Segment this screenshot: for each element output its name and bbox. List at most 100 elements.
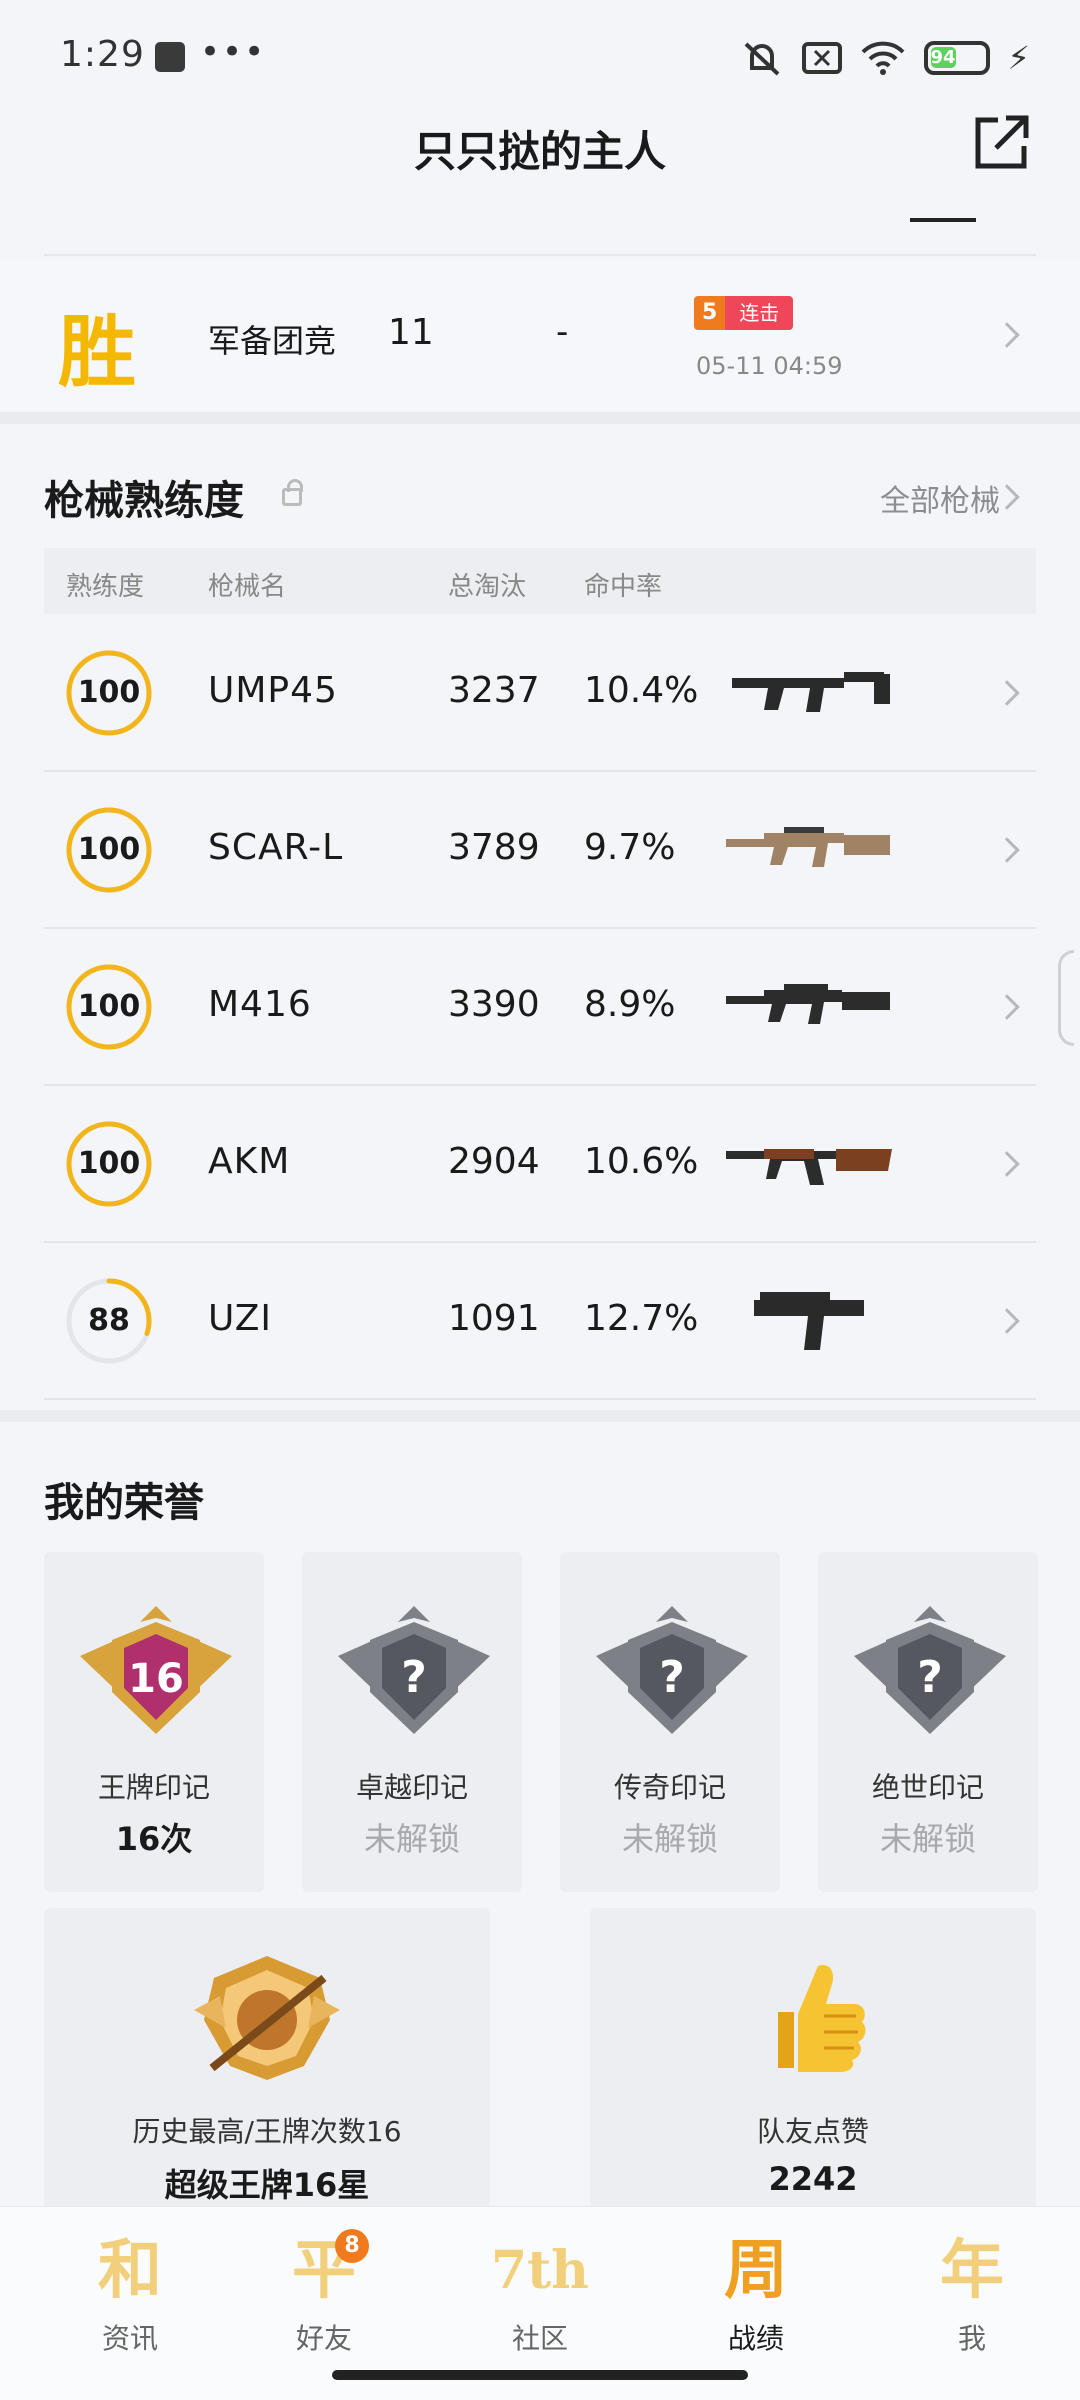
- col-proficiency: 熟练度: [66, 572, 145, 602]
- weapon-kills: 2904: [448, 1141, 540, 1182]
- nav-news-icon: 和: [98, 2233, 162, 2308]
- nav-records-icon: 周: [724, 2233, 788, 2308]
- battery-icon: 94: [923, 41, 990, 75]
- badge-number: 16: [128, 1656, 184, 1702]
- match-kills: 11: [388, 312, 434, 353]
- best-rank-label: 历史最高/王牌次数16: [132, 2115, 402, 2148]
- honor-badge-card[interactable]: ? 卓越印记 未解锁: [302, 1552, 522, 1892]
- weapon-row[interactable]: 100 UMP45 3237 10.4%: [44, 616, 1036, 772]
- teammate-likes-card[interactable]: 队友点赞 2242: [590, 1908, 1036, 2208]
- weapons-section-title: 枪械熟练度: [44, 478, 244, 524]
- weapon-hit-rate: 10.6%: [584, 1141, 699, 1182]
- weapon-image-icon: [726, 827, 890, 867]
- honor-badge-card[interactable]: ? 传奇印记 未解锁: [560, 1552, 780, 1892]
- ace-badge-icon: 16: [80, 1606, 232, 1734]
- share-icon[interactable]: [972, 112, 1032, 172]
- col-hit-rate: 命中率: [584, 572, 663, 602]
- honor-badge-value: 16次: [115, 1820, 193, 1858]
- locked-badge-icon: ?: [854, 1606, 1006, 1734]
- weapon-name: UZI: [208, 1298, 272, 1339]
- locked-badge-icon: ?: [338, 1606, 490, 1734]
- weapon-row[interactable]: 100 M416 3390 8.9%: [44, 930, 1036, 1086]
- nav-me-icon: 年: [940, 2233, 1004, 2308]
- page: 1:29 ••• 94 ⚡ 只只挞的主人 胜 军备团竞 11 - 5 连击 05…: [0, 0, 1080, 2400]
- nav-friends[interactable]: 平 好友 8: [249, 2229, 399, 2359]
- honor-badge-value: 未解锁: [879, 1820, 976, 1858]
- nav-community-label: 社区: [511, 2322, 568, 2355]
- proficiency-value: 100: [77, 1146, 141, 1181]
- chevron-right-icon: [994, 994, 1020, 1020]
- match-rank: -: [556, 312, 569, 352]
- nav-records[interactable]: 周 战绩: [681, 2229, 831, 2359]
- proficiency-ring: 100: [64, 962, 154, 1052]
- nav-friends-icon: 平: [292, 2233, 356, 2308]
- weapon-image-icon: [726, 1149, 892, 1185]
- battery-level: 94: [930, 47, 956, 68]
- page-title: 只只挞的主人: [413, 127, 666, 176]
- nav-news-label: 资讯: [101, 2322, 158, 2355]
- weapon-name: SCAR-L: [208, 827, 344, 868]
- section-divider: [0, 1410, 1080, 1422]
- badge-number: ?: [917, 1652, 943, 1703]
- proficiency-value: 100: [77, 675, 141, 710]
- streak-label: 连击: [725, 296, 794, 330]
- teammate-likes-value: 2242: [768, 2160, 858, 2198]
- match-row[interactable]: 胜 军备团竞 11 - 5 连击 05-11 04:59: [0, 260, 1080, 410]
- home-indicator[interactable]: [332, 2370, 748, 2380]
- chevron-right-icon: [994, 837, 1020, 863]
- status-time: 1:29: [60, 34, 145, 75]
- chevron-right-icon: [994, 1151, 1020, 1177]
- teammate-likes-label: 队友点赞: [756, 2115, 869, 2148]
- proficiency-value: 100: [77, 832, 141, 867]
- nav-community-icon: 7th: [490, 2240, 589, 2301]
- thumbs-up-icon: [778, 1964, 866, 2072]
- nav-records-label: 战绩: [727, 2322, 784, 2355]
- streak-count: 5: [694, 296, 726, 330]
- weapon-row[interactable]: 88 UZI 1091 12.7%: [44, 1244, 1036, 1400]
- best-rank-value: 超级王牌16星: [164, 2166, 370, 2204]
- match-mode: 军备团竞: [208, 322, 337, 360]
- badge-number: ?: [659, 1652, 685, 1703]
- chevron-right-icon: [994, 1308, 1020, 1334]
- victory-icon: 胜: [58, 307, 137, 398]
- honor-section-title: 我的荣誉: [44, 1480, 204, 1526]
- charging-icon: ⚡: [1007, 39, 1030, 77]
- proficiency-value: 100: [77, 989, 141, 1024]
- divider: [910, 218, 976, 222]
- honor-badge-card[interactable]: ? 绝世印记 未解锁: [818, 1552, 1038, 1892]
- friends-notification-badge: 8: [335, 2229, 369, 2263]
- col-weapon-name: 枪械名: [208, 572, 287, 602]
- weapon-row[interactable]: 100 SCAR-L 3789 9.7%: [44, 773, 1036, 929]
- mute-icon: [744, 42, 779, 76]
- nav-friends-label: 好友: [295, 2322, 352, 2355]
- best-rank-card[interactable]: 历史最高/王牌次数16 超级王牌16星: [44, 1908, 490, 2208]
- honor-badge-value: 未解锁: [621, 1820, 718, 1858]
- weapon-image-icon: [732, 672, 890, 712]
- upload-icon: [155, 42, 185, 72]
- locked-badge-icon: ?: [596, 1606, 748, 1734]
- weapon-image-icon: [726, 984, 890, 1024]
- nav-community[interactable]: 7th 社区: [465, 2229, 615, 2359]
- more-notifications-icon: •••: [200, 32, 267, 72]
- weapon-hit-rate: 10.4%: [584, 670, 699, 711]
- weapon-kills: 3237: [448, 670, 540, 711]
- side-drawer-handle[interactable]: [1058, 950, 1074, 1046]
- weapon-name: M416: [208, 984, 312, 1025]
- weapon-image-icon: [754, 1292, 864, 1350]
- chevron-right-icon: [994, 322, 1020, 348]
- weapon-row[interactable]: 100 AKM 2904 10.6%: [44, 1087, 1036, 1243]
- wifi-icon: [861, 41, 904, 75]
- weapons-table-header: 熟练度 枪械名 总淘汰 命中率: [44, 548, 1036, 614]
- proficiency-ring: 100: [64, 648, 154, 738]
- lock-icon[interactable]: [282, 479, 303, 506]
- honor-badge-card[interactable]: 16 王牌印记 16次: [44, 1552, 264, 1892]
- nav-news[interactable]: 和 资讯: [55, 2229, 205, 2359]
- honor-badge-value: 未解锁: [363, 1820, 460, 1858]
- nav-me[interactable]: 年 我: [897, 2229, 1047, 2359]
- proficiency-ring: 100: [64, 1119, 154, 1209]
- honor-badge-label: 卓越印记: [355, 1771, 468, 1804]
- weapon-hit-rate: 12.7%: [584, 1298, 699, 1339]
- previous-match-row[interactable]: [44, 200, 1036, 256]
- all-weapons-link[interactable]: 全部枪械: [880, 476, 1000, 520]
- status-bar: 1:29 ••• 94 ⚡: [0, 0, 1080, 120]
